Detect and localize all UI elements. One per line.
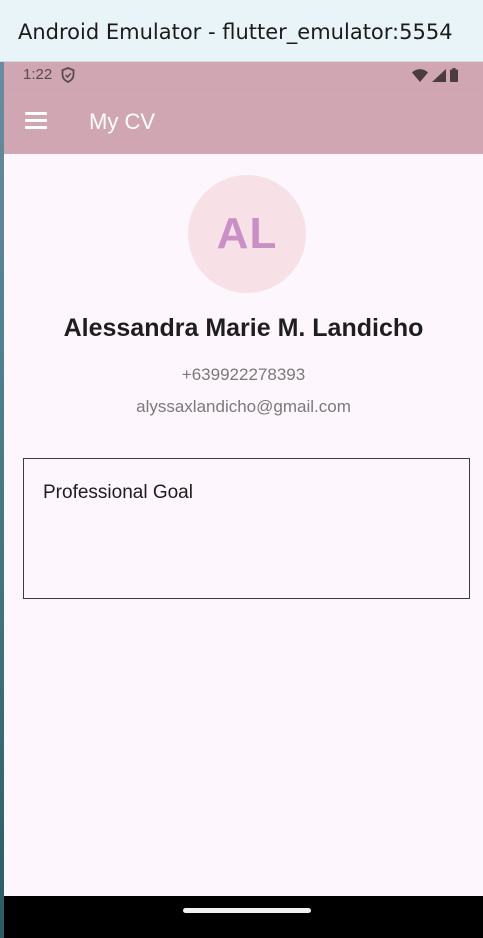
cv-content[interactable]: AL Alessandra Marie M. Landicho +6399222… bbox=[4, 154, 483, 896]
app-bar: My CV bbox=[4, 90, 483, 154]
status-time: 1:22 bbox=[23, 66, 53, 83]
phone-screen: 1:22 My CV AL Alessandra Marie M. Landic… bbox=[4, 62, 483, 938]
avatar: AL bbox=[188, 175, 306, 293]
profile-phone: +639922278393 bbox=[181, 365, 306, 384]
menu-icon[interactable] bbox=[25, 112, 47, 130]
wifi-icon bbox=[412, 69, 428, 82]
status-bar: 1:22 bbox=[4, 62, 483, 90]
status-icons bbox=[412, 68, 458, 82]
shield-icon bbox=[61, 67, 75, 83]
navigation-bar bbox=[4, 896, 483, 938]
signal-icon bbox=[432, 69, 446, 82]
profile-name: Alessandra Marie M. Landicho bbox=[63, 314, 424, 342]
professional-goal-card: Professional Goal bbox=[23, 458, 470, 599]
professional-goal-title: Professional Goal bbox=[43, 482, 193, 503]
avatar-initials: AL bbox=[216, 209, 278, 258]
home-gesture-handle[interactable] bbox=[183, 908, 311, 913]
battery-icon bbox=[450, 68, 458, 82]
page-title: My CV bbox=[89, 109, 155, 134]
profile-email: alyssaxlandicho@gmail.com bbox=[136, 397, 351, 416]
emulator-titlebar[interactable]: Android Emulator - flutter_emulator:5554 bbox=[0, 0, 483, 62]
emulator-window-title: Android Emulator - flutter_emulator:5554 bbox=[18, 20, 453, 44]
